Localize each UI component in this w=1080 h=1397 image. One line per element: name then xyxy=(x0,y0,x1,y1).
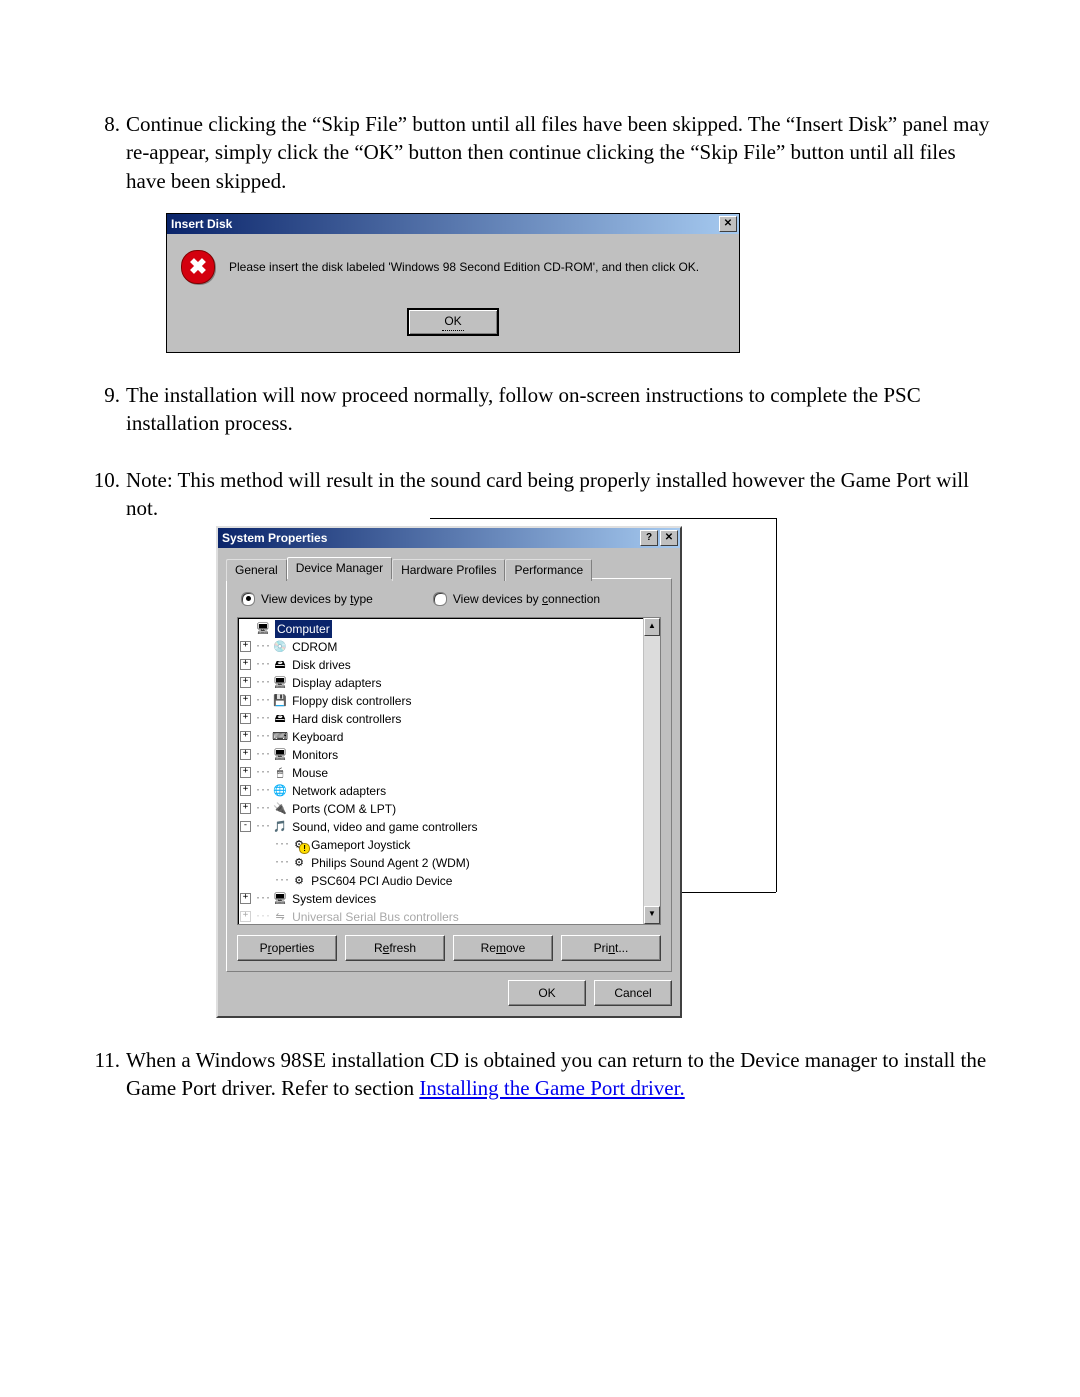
step-text: Note: This method will result in the sou… xyxy=(126,468,969,520)
step-10: 10. Note: This method will result in the… xyxy=(80,466,1000,1018)
tab-strip: General Device Manager Hardware Profiles… xyxy=(218,548,680,577)
expand-icon[interactable]: + xyxy=(240,803,251,814)
sound-icon: 🎵 xyxy=(272,820,288,834)
expand-icon[interactable]: + xyxy=(240,641,251,652)
system-properties-dialog: System Properties ? ✕ General Device Man… xyxy=(216,526,682,1017)
dialog-message: Please insert the disk labeled 'Windows … xyxy=(229,259,729,275)
mouse-icon: 🖱 xyxy=(272,766,288,780)
ok-button-label: OK xyxy=(442,313,463,330)
close-icon[interactable]: ✕ xyxy=(719,216,737,232)
insert-disk-dialog: Insert Disk ✕ ✖ Please insert the disk l… xyxy=(166,213,740,353)
expand-icon[interactable]: + xyxy=(240,767,251,778)
tab-device-manager[interactable]: Device Manager xyxy=(287,557,392,578)
device-tree[interactable]: 🖥Computer +···💿CDROM +···🖴Disk drives +·… xyxy=(237,617,661,925)
disk-icon: 🖴 xyxy=(272,658,288,672)
tab-performance[interactable]: Performance xyxy=(505,559,592,580)
step-11: 11. When a Windows 98SE installation CD … xyxy=(80,1046,1000,1103)
device-icon: ⚙ xyxy=(291,856,307,870)
remove-button[interactable]: Remove xyxy=(453,935,553,961)
cancel-button[interactable]: Cancel xyxy=(594,980,672,1006)
help-icon[interactable]: ? xyxy=(640,530,658,546)
tree-item[interactable]: Monitors xyxy=(292,746,338,764)
tree-item[interactable]: Ports (COM & LPT) xyxy=(292,800,396,818)
installing-game-port-driver-link[interactable]: Installing the Game Port driver. xyxy=(419,1076,684,1100)
callout-line xyxy=(776,518,777,892)
scroll-up-icon[interactable]: ▲ xyxy=(644,618,660,636)
expand-icon[interactable]: + xyxy=(240,785,251,796)
expand-icon[interactable]: + xyxy=(240,749,251,760)
expand-icon[interactable]: + xyxy=(240,659,251,670)
device-warning-icon: ⚙ xyxy=(291,838,307,852)
tab-hardware-profiles[interactable]: Hardware Profiles xyxy=(392,559,505,580)
ok-button[interactable]: OK xyxy=(508,980,586,1006)
dialog-title: Insert Disk xyxy=(171,216,232,232)
ok-button[interactable]: OK xyxy=(407,308,499,336)
tree-item[interactable]: Universal Serial Bus controllers xyxy=(292,908,459,924)
radio-dot-icon xyxy=(433,592,447,606)
expand-icon[interactable]: + xyxy=(240,695,251,706)
tree-item[interactable]: System devices xyxy=(292,890,376,908)
expand-icon[interactable]: + xyxy=(240,911,251,922)
step-9: 9. The installation will now proceed nor… xyxy=(80,381,1000,438)
tree-item[interactable]: PSC604 PCI Audio Device xyxy=(311,872,452,890)
tree-item[interactable]: Sound, video and game controllers xyxy=(292,818,477,836)
tree-item[interactable]: Floppy disk controllers xyxy=(292,692,411,710)
scrollbar[interactable]: ▲ ▼ xyxy=(643,618,660,924)
titlebar: System Properties ? ✕ xyxy=(218,528,680,548)
tab-general[interactable]: General xyxy=(226,559,287,580)
close-icon[interactable]: ✕ xyxy=(660,530,678,546)
tree-item[interactable]: Disk drives xyxy=(292,656,351,674)
print-button[interactable]: Print... xyxy=(561,935,661,961)
tree-item[interactable]: Hard disk controllers xyxy=(292,710,401,728)
error-icon: ✖ xyxy=(181,250,215,284)
display-icon: 🖥 xyxy=(272,676,288,690)
tree-item[interactable]: CDROM xyxy=(292,638,337,656)
expand-icon[interactable]: + xyxy=(240,677,251,688)
expand-icon[interactable]: + xyxy=(240,893,251,904)
step-8: 8. Continue clicking the “Skip File” but… xyxy=(80,110,1000,353)
tree-item[interactable]: Mouse xyxy=(292,764,328,782)
hdd-icon: 🖴 xyxy=(272,712,288,726)
step-number: 11. xyxy=(80,1046,120,1074)
properties-button[interactable]: Properties xyxy=(237,935,337,961)
step-text: The installation will now proceed normal… xyxy=(126,383,921,435)
floppy-icon: 💾 xyxy=(272,694,288,708)
device-icon: ⚙ xyxy=(291,874,307,888)
tree-item[interactable]: Keyboard xyxy=(292,728,343,746)
expand-icon[interactable]: + xyxy=(240,713,251,724)
cdrom-icon: 💿 xyxy=(272,640,288,654)
system-icon: 🖥 xyxy=(272,892,288,906)
refresh-button[interactable]: Refresh xyxy=(345,935,445,961)
step-number: 8. xyxy=(80,110,120,138)
radio-view-by-connection[interactable]: View devices by connection xyxy=(433,591,600,607)
step-number: 9. xyxy=(80,381,120,409)
tree-item[interactable]: Display adapters xyxy=(292,674,381,692)
scroll-down-icon[interactable]: ▼ xyxy=(644,906,660,924)
expand-icon[interactable]: + xyxy=(240,731,251,742)
tree-item-gameport[interactable]: Gameport Joystick xyxy=(311,836,410,854)
usb-icon: ⇋ xyxy=(272,910,288,924)
collapse-icon[interactable]: - xyxy=(240,821,251,832)
monitor-icon: 🖥 xyxy=(272,748,288,762)
step-text: Continue clicking the “Skip File” button… xyxy=(126,112,989,193)
radio-view-by-type[interactable]: View devices by type xyxy=(241,591,373,607)
network-icon: 🌐 xyxy=(272,784,288,798)
step-number: 10. xyxy=(80,466,120,494)
keyboard-icon: ⌨ xyxy=(272,730,288,744)
radio-dot-icon xyxy=(241,592,255,606)
tab-pane: View devices by type View devices by con… xyxy=(226,578,672,972)
titlebar: Insert Disk ✕ xyxy=(167,214,739,234)
callout-line xyxy=(430,518,776,519)
tree-item[interactable]: Network adapters xyxy=(292,782,386,800)
tree-item-computer[interactable]: Computer xyxy=(275,620,332,638)
computer-icon: 🖥 xyxy=(255,622,271,636)
ports-icon: 🔌 xyxy=(272,802,288,816)
tree-item[interactable]: Philips Sound Agent 2 (WDM) xyxy=(311,854,470,872)
dialog-title: System Properties xyxy=(222,530,327,546)
